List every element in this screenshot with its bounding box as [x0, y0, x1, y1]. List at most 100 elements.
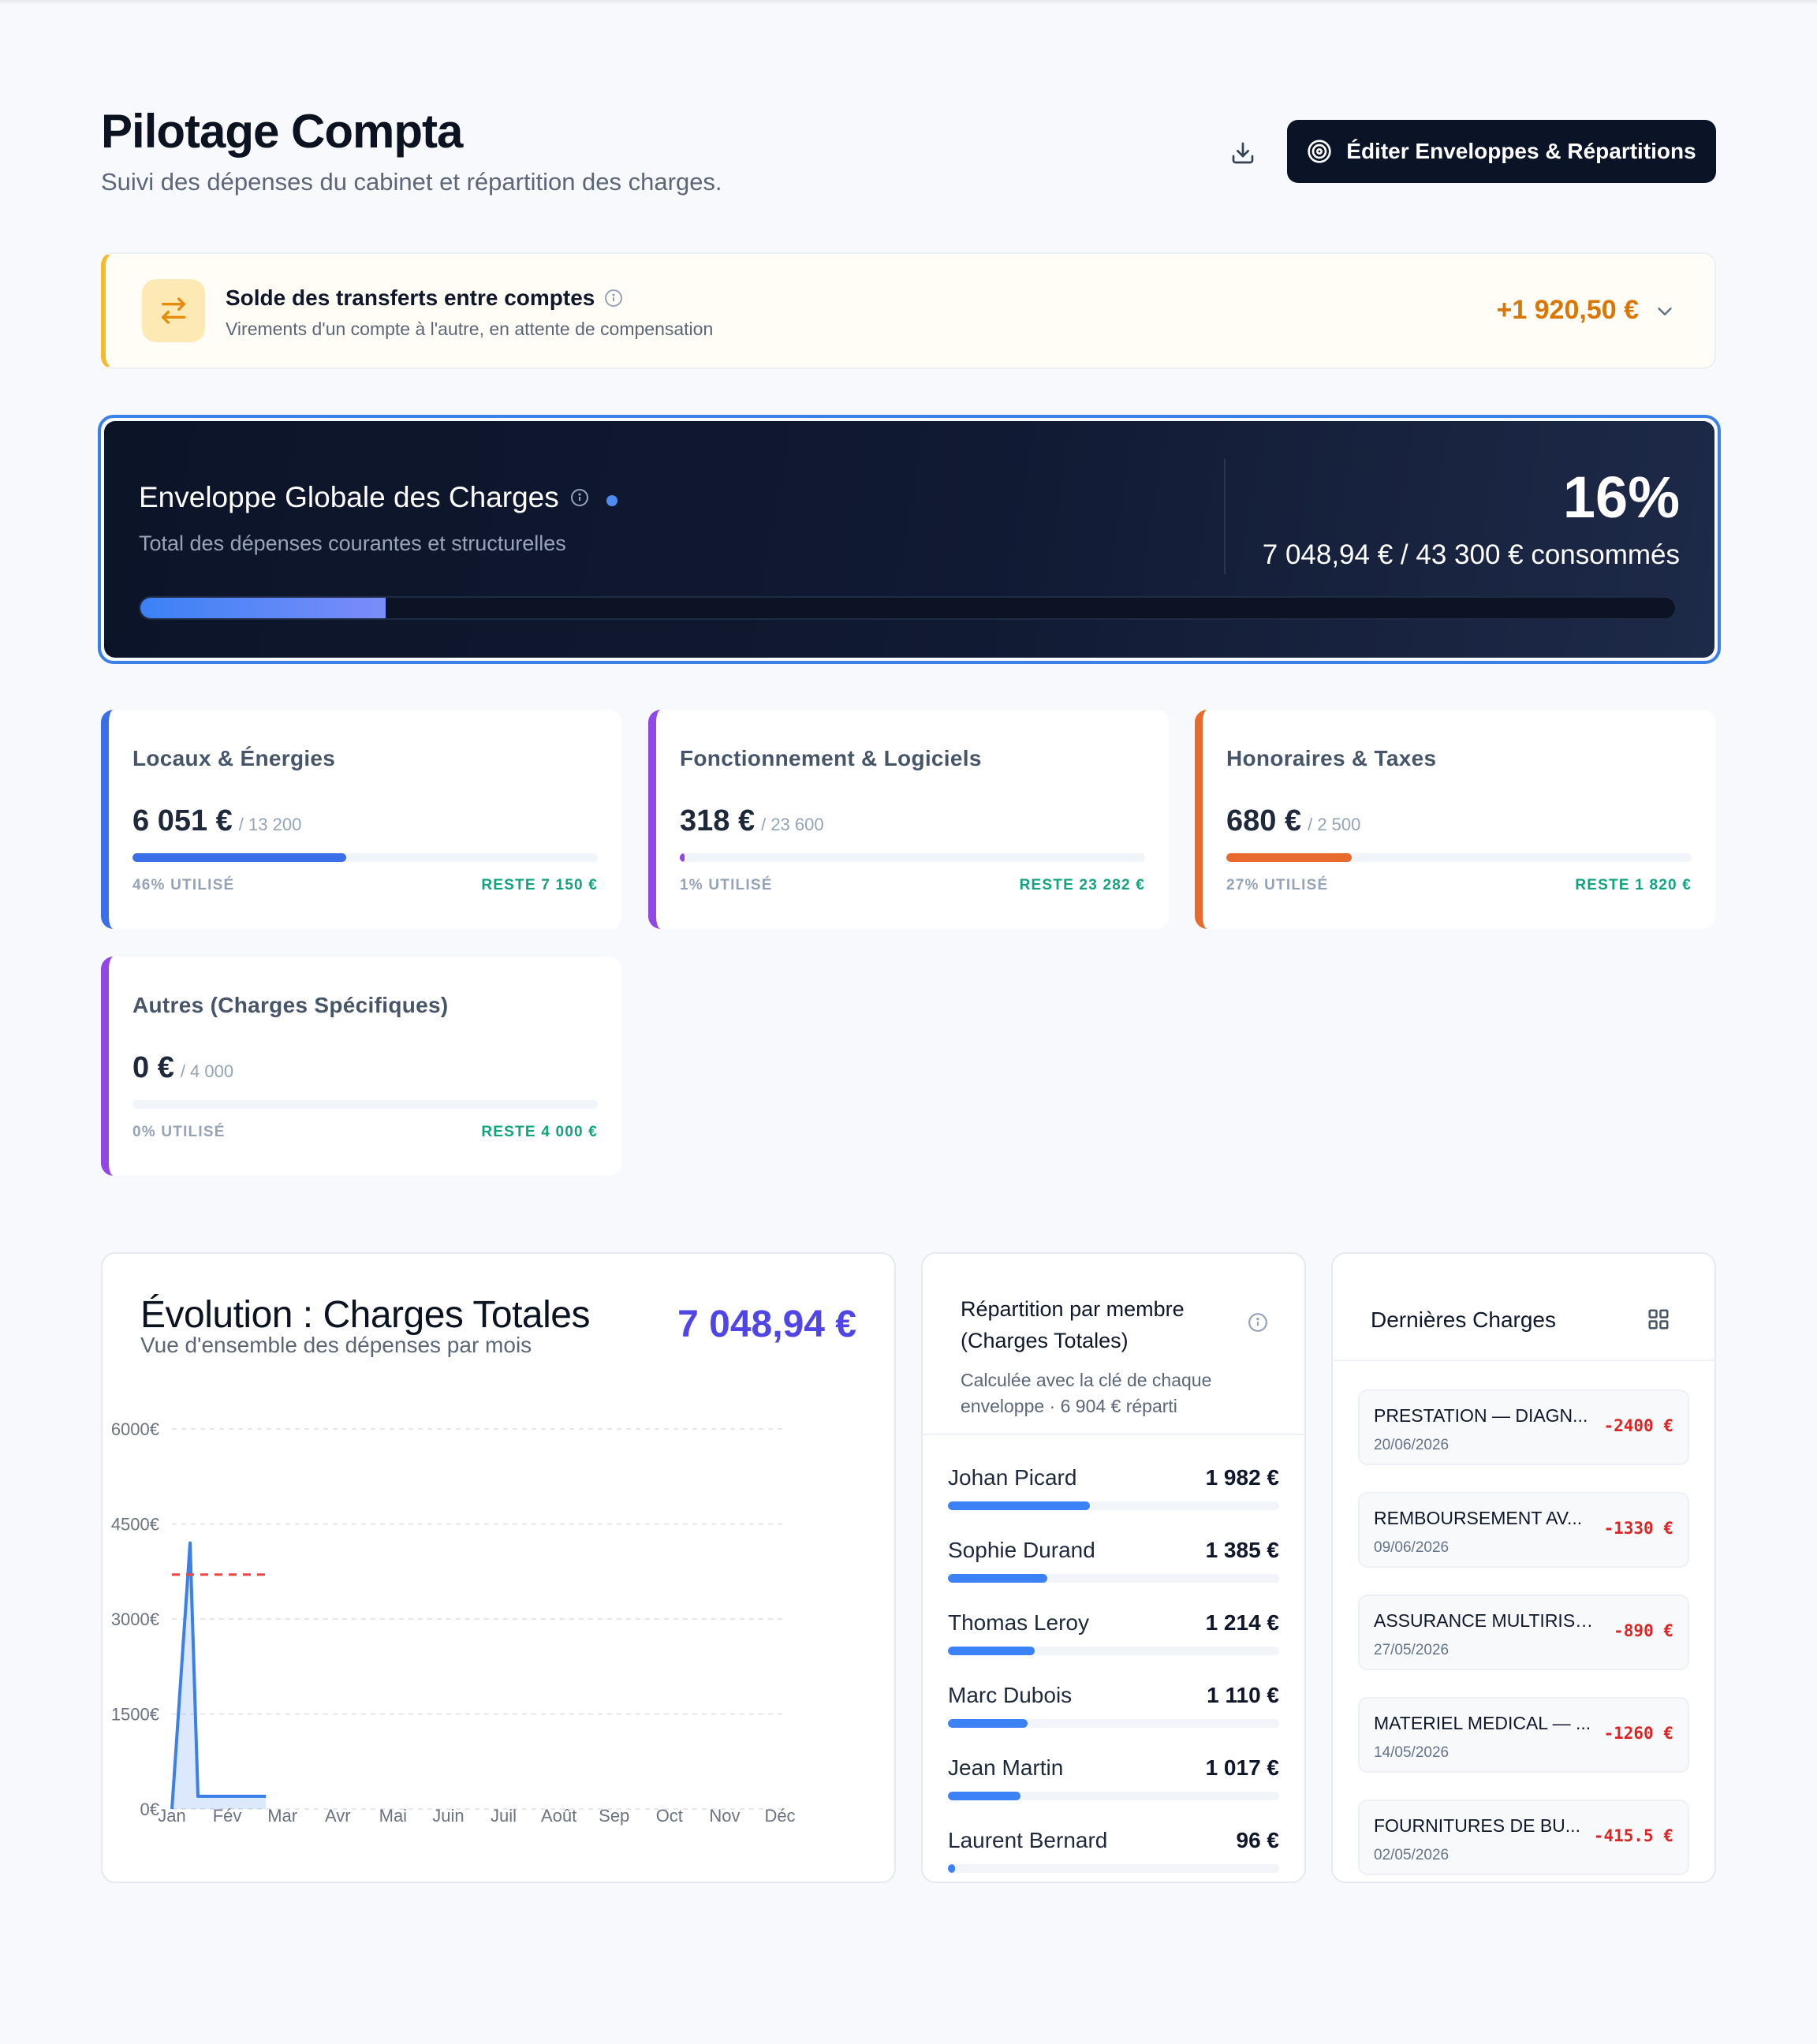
evolution-title: Évolution : Charges Totales — [140, 1294, 590, 1336]
category-progress-track — [132, 1100, 598, 1109]
charge-item[interactable]: FOURNITURES DE BU... 02/05/2026 -415.5 € — [1358, 1800, 1689, 1875]
download-button[interactable] — [1221, 131, 1265, 175]
global-envelope-progress-track — [139, 596, 1677, 620]
transfer-arrows-icon — [142, 279, 205, 342]
category-title: Autres (Charges Spécifiques) — [132, 993, 449, 1017]
member-name: Marc Dubois — [948, 1683, 1073, 1707]
x-tick-label: Sep — [599, 1806, 629, 1826]
grid-icon[interactable] — [1647, 1307, 1670, 1331]
category-card-locaux[interactable]: Locaux & Énergies 6 051 € / 13 200 46% UT… — [101, 710, 621, 929]
global-envelope-title: Enveloppe Globale des Charges — [139, 481, 559, 513]
transfer-title: Solde des transferts entre comptes — [226, 285, 595, 310]
member-value: 96 € — [1236, 1828, 1280, 1852]
category-used: 46% UTILISÉ — [132, 877, 235, 893]
member-progress-track — [948, 1792, 1279, 1800]
last-charges-title: Dernières Charges — [1371, 1307, 1556, 1332]
info-icon[interactable] — [570, 488, 589, 507]
category-amount: 0 € — [132, 1051, 174, 1084]
category-title: Honoraires & Taxes — [1226, 746, 1437, 770]
member-progress-track — [948, 1574, 1279, 1583]
charge-date: 14/05/2026 — [1374, 1744, 1449, 1761]
transfer-description: Virements d'un compte à l'autre, en atte… — [226, 319, 714, 339]
category-rest: RESTE 7 150 € — [481, 877, 598, 893]
charge-amount: -1330 € — [1603, 1519, 1673, 1538]
member-row: Laurent Bernard 96 € — [948, 1828, 1279, 1875]
charge-item[interactable]: PRESTATION — DIAGN... 20/06/2026 -2400 € — [1358, 1389, 1689, 1465]
edit-envelopes-label: Éditer Enveloppes & Répartitions — [1346, 139, 1696, 163]
category-rest: RESTE 1 820 € — [1575, 877, 1692, 893]
divider — [923, 1434, 1304, 1435]
x-tick-label: Avr — [325, 1806, 351, 1826]
charge-amount: -1260 € — [1603, 1724, 1673, 1743]
category-amount: 6 051 € — [132, 804, 233, 837]
y-tick-label: 4500€ — [111, 1515, 159, 1535]
category-progress-track — [680, 853, 1145, 862]
member-progress-track — [948, 1501, 1279, 1510]
divider — [1224, 459, 1226, 574]
edit-envelopes-button[interactable]: Éditer Enveloppes & Répartitions — [1287, 120, 1716, 183]
evolution-subtitle: Vue d'ensemble des dépenses par mois — [140, 1333, 532, 1357]
category-budget: / 23 600 — [761, 815, 824, 834]
charge-name: REMBOURSEMENT AV... — [1374, 1508, 1583, 1528]
y-tick-label: 1500€ — [111, 1705, 159, 1725]
charge-amount: -890 € — [1614, 1621, 1673, 1640]
charge-date: 09/06/2026 — [1374, 1539, 1449, 1556]
y-tick-label: 6000€ — [111, 1419, 159, 1439]
evolution-panel: Évolution : Charges Totales Vue d'ensemb… — [101, 1252, 896, 1883]
global-envelope-description: Total des dépenses courantes et structur… — [139, 532, 566, 555]
category-budget: / 4 000 — [180, 1061, 234, 1081]
divider — [1333, 1360, 1714, 1361]
transfer-amount: +1 920,50 € — [1496, 295, 1639, 325]
member-progress-track — [948, 1864, 1279, 1873]
member-name: Thomas Leroy — [948, 1610, 1089, 1635]
member-value: 1 017 € — [1205, 1755, 1279, 1780]
y-tick-label: 3000€ — [111, 1609, 159, 1629]
category-card-autres[interactable]: Autres (Charges Spécifiques) 0 €/ 4 000 … — [101, 957, 621, 1176]
member-value: 1 110 € — [1207, 1683, 1279, 1707]
charge-amount: -2400 € — [1603, 1416, 1673, 1435]
global-envelope-title-row: Enveloppe Globale des Charges — [139, 481, 617, 514]
member-progress-fill — [948, 1719, 1028, 1728]
charge-item[interactable]: ASSURANCE MULTIRISQ... 27/05/2026 -890 € — [1358, 1595, 1689, 1670]
charge-item[interactable]: REMBOURSEMENT AV... 09/06/2026 -1330 € — [1358, 1492, 1689, 1568]
member-value: 1 385 € — [1205, 1538, 1279, 1562]
charge-date: 27/05/2026 — [1374, 1642, 1449, 1658]
category-amount-row: 680 € / 2 500 — [1226, 804, 1360, 838]
member-progress-fill — [948, 1792, 1021, 1800]
member-name: Jean Martin — [948, 1755, 1064, 1780]
category-amount-row: 6 051 € / 13 200 — [132, 804, 301, 838]
page-title: Pilotage Compta — [101, 105, 463, 158]
category-progress-track — [132, 853, 598, 862]
evolution-chart: 6000€4500€3000€1500€0€Jan Fév Mar Avr Mai Jui… — [111, 1419, 796, 1826]
status-dot — [606, 495, 617, 506]
category-rest: RESTE 4 000 € — [481, 1124, 598, 1140]
category-budget: / 13 200 — [238, 815, 302, 834]
charge-date: 20/06/2026 — [1374, 1437, 1449, 1453]
category-amount-row: 318 € / 23 600 — [680, 804, 824, 838]
chevron-down-icon[interactable] — [1653, 300, 1677, 323]
charge-date: 02/05/2026 — [1374, 1847, 1449, 1863]
category-card-honoraires[interactable]: Honoraires & Taxes 680 € / 2 500 27% UTIL… — [1195, 710, 1715, 929]
charge-name: ASSURANCE MULTIRISQ... — [1374, 1610, 1602, 1631]
member-row: Sophie Durand 1 385 € — [948, 1538, 1279, 1585]
x-tick-label: Mai — [379, 1806, 407, 1826]
member-progress-fill — [948, 1647, 1035, 1655]
charge-item[interactable]: MATERIEL MEDICAL — ... 14/05/2026 -1260 … — [1358, 1697, 1689, 1773]
global-envelope-panel: Enveloppe Globale des Charges Total des … — [104, 421, 1714, 658]
category-title: Fonctionnement & Logiciels — [680, 746, 982, 770]
charge-name: MATERIEL MEDICAL — ... — [1374, 1713, 1591, 1733]
category-card-fonctionnement[interactable]: Fonctionnement & Logiciels 318 € / 23 600… — [648, 710, 1169, 929]
x-tick-label: Nov — [709, 1806, 740, 1826]
global-envelope-card[interactable]: Enveloppe Globale des Charges Total des … — [98, 415, 1721, 664]
info-icon[interactable] — [604, 289, 623, 308]
global-envelope-consumed: 7 048,94 € / 43 300 € consommés — [1262, 539, 1680, 570]
repartition-title: Répartition par membre (Charges Totales) — [961, 1297, 1185, 1352]
info-icon[interactable] — [1248, 1312, 1268, 1333]
category-progress-fill — [1226, 853, 1352, 862]
member-name: Laurent Bernard — [948, 1828, 1108, 1852]
category-progress-track — [1226, 853, 1692, 862]
target-icon — [1308, 140, 1331, 163]
charge-name: FOURNITURES DE BU... — [1374, 1815, 1580, 1836]
transfer-title-row: Solde des transferts entre comptes — [226, 285, 623, 311]
global-envelope-progress-fill — [140, 598, 386, 618]
